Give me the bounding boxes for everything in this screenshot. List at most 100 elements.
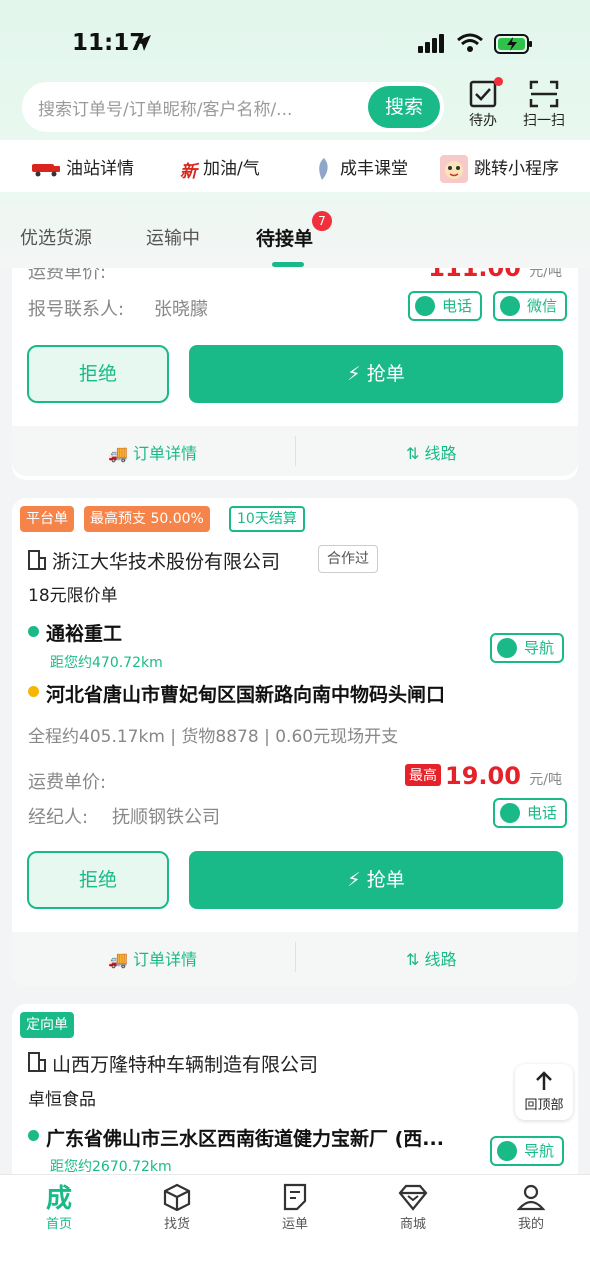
detail-label: 订单详情 — [133, 444, 198, 463]
grab-order-button[interactable]: ⚡ 抢单 — [189, 851, 563, 909]
nav-waybill[interactable]: 运单 — [255, 1183, 335, 1232]
tab-pending-orders[interactable]: 待接单 — [256, 224, 313, 251]
contact-name: 张晓朦 — [154, 299, 208, 320]
quick-link-label: 加油/气 — [203, 159, 260, 179]
tab-preferred-supply[interactable]: 优选货源 — [20, 224, 92, 250]
navigate-arrow-icon — [497, 638, 517, 658]
order-card: 平台单 最高预支 50.00% 10天结算 浙江大华技术股份有限公司 合作过 1… — [12, 498, 578, 986]
nav-label: 运单 — [281, 1217, 308, 1232]
quick-link-label: 油站详情 — [66, 159, 134, 179]
quick-link-station-detail[interactable]: 油站详情 — [32, 154, 134, 179]
origin-dot — [28, 626, 39, 637]
nav-label: 首页 — [45, 1217, 72, 1232]
settlement-tag: 10天结算 — [229, 506, 305, 532]
price-value: 111.00 — [428, 268, 521, 282]
navigate-label: 导航 — [524, 639, 555, 657]
quick-link-label: 成丰课堂 — [340, 159, 408, 179]
price-unit: 元/吨 — [529, 772, 562, 788]
order-note: 卓恒食品 — [28, 1090, 96, 1110]
call-label: 电话 — [527, 804, 558, 822]
back-to-top-button[interactable]: 回顶部 — [515, 1064, 573, 1120]
agent-name: 抚顺钢铁公司 — [112, 807, 220, 828]
fuel-truck-icon — [32, 164, 60, 177]
agent-label: 经纪人: — [28, 807, 89, 828]
navigate-button[interactable]: 导航 — [490, 633, 565, 663]
nav-mine[interactable]: 我的 — [491, 1183, 571, 1232]
route-link[interactable]: ⇅ 线路 — [406, 440, 457, 464]
status-bar: 11:17 — [0, 0, 590, 80]
origin-name: 通裕重工 — [46, 623, 123, 645]
platform-order-tag: 平台单 — [20, 506, 74, 532]
company-name: 山西万隆特种车辆制造有限公司 — [52, 1054, 319, 1076]
wechat-label: 微信 — [527, 297, 558, 315]
company-name: 浙江大华技术股份有限公司 — [52, 551, 281, 573]
scan-label: 扫一扫 — [523, 113, 565, 129]
quick-links-bar: 油站详情 新加油/气 成丰课堂 跳转小程序 — [0, 140, 590, 192]
todo-label: 待办 — [469, 113, 497, 129]
order-note: 18元限价单 — [28, 586, 118, 606]
active-tab-indicator — [272, 262, 304, 267]
order-list[interactable]: 运费单价: 111.00 元/吨 报号联系人: 张晓朦 电话 微信 拒绝 ⚡ 抢… — [0, 268, 590, 1174]
directed-order-tag: 定向单 — [20, 1012, 74, 1038]
order-card: 运费单价: 111.00 元/吨 报号联系人: 张晓朦 电话 微信 拒绝 ⚡ 抢… — [12, 268, 578, 480]
phone-icon — [500, 803, 520, 823]
reject-button[interactable]: 拒绝 — [27, 345, 169, 403]
home-brand-icon: 成 — [46, 1184, 72, 1211]
contact-label: 报号联系人: — [28, 299, 125, 320]
quick-link-refuel[interactable]: 新加油/气 — [180, 154, 260, 182]
scan-icon — [529, 80, 559, 108]
detail-label: 订单详情 — [133, 950, 198, 969]
diamond-icon — [398, 1184, 428, 1211]
footer-divider — [295, 436, 296, 466]
bottom-tab-bar: 成 首页 找货 运单 商城 我的 — [0, 1174, 590, 1280]
phone-icon — [415, 296, 435, 316]
svg-text:成: 成 — [46, 1184, 72, 1211]
origin-distance: 距您约2670.72km — [50, 1159, 172, 1174]
nav-home[interactable]: 成 首页 — [19, 1183, 99, 1232]
order-tabs: 优选货源 运输中 待接单 — [0, 210, 590, 268]
route-label: 线路 — [424, 444, 457, 463]
call-button[interactable]: 电话 — [493, 798, 568, 828]
price-value: 19.00 — [445, 762, 521, 790]
mini-program-icon — [440, 155, 468, 183]
nav-mall[interactable]: 商城 — [373, 1183, 453, 1232]
freight-label: 运费单价: — [28, 772, 107, 793]
origin-dot — [28, 1130, 39, 1141]
quick-link-mini-program[interactable]: 跳转小程序 — [440, 154, 559, 183]
todo-button[interactable]: 待办 — [454, 77, 512, 130]
waybill-icon — [283, 1183, 307, 1211]
company-building-icon — [28, 550, 46, 570]
order-detail-link[interactable]: 🚚 订单详情 — [108, 440, 197, 464]
nav-find-goods[interactable]: 找货 — [137, 1183, 217, 1232]
card-footer: 🚚 订单详情 ⇅ 线路 — [12, 426, 578, 476]
location-arrow-icon — [133, 33, 153, 58]
grab-order-button[interactable]: ⚡ 抢单 — [189, 345, 563, 403]
route-label: 线路 — [424, 950, 457, 969]
quick-link-classroom[interactable]: 成丰课堂 — [314, 154, 408, 181]
footer-divider — [295, 942, 296, 972]
search-button[interactable]: 搜索 — [368, 86, 440, 128]
route-link[interactable]: ⇅ 线路 — [406, 946, 457, 970]
wechat-button[interactable]: 微信 — [493, 291, 568, 321]
card-footer: 🚚 订单详情 ⇅ 线路 — [12, 932, 578, 986]
order-detail-link[interactable]: 🚚 订单详情 — [108, 946, 197, 970]
search-input[interactable]: 搜索订单号/订单昵称/客户名称/... — [38, 95, 338, 120]
origin-distance: 距您约470.72km — [50, 655, 163, 671]
wechat-icon — [500, 296, 520, 316]
nav-label: 找货 — [163, 1217, 190, 1232]
destination-dot — [28, 686, 39, 697]
user-icon — [516, 1184, 546, 1211]
scan-button[interactable]: 扫一扫 — [515, 80, 573, 130]
navigate-button[interactable]: 导航 — [490, 1136, 565, 1166]
grab-label: 抢单 — [366, 869, 405, 891]
back-to-top-label: 回顶部 — [524, 1098, 564, 1113]
search-bar[interactable]: 搜索订单号/订单昵称/客户名称/... 搜索 — [22, 82, 444, 132]
cooperated-badge: 合作过 — [318, 545, 378, 573]
reject-button[interactable]: 拒绝 — [27, 851, 169, 909]
pending-count-badge: 7 — [312, 211, 332, 231]
freight-price: 111.00 元/吨 — [428, 268, 562, 282]
tab-in-transit[interactable]: 运输中 — [146, 224, 200, 250]
arrow-up-icon — [536, 1071, 552, 1090]
call-button[interactable]: 电话 — [408, 291, 483, 321]
checkbox-todo-icon — [469, 80, 497, 108]
